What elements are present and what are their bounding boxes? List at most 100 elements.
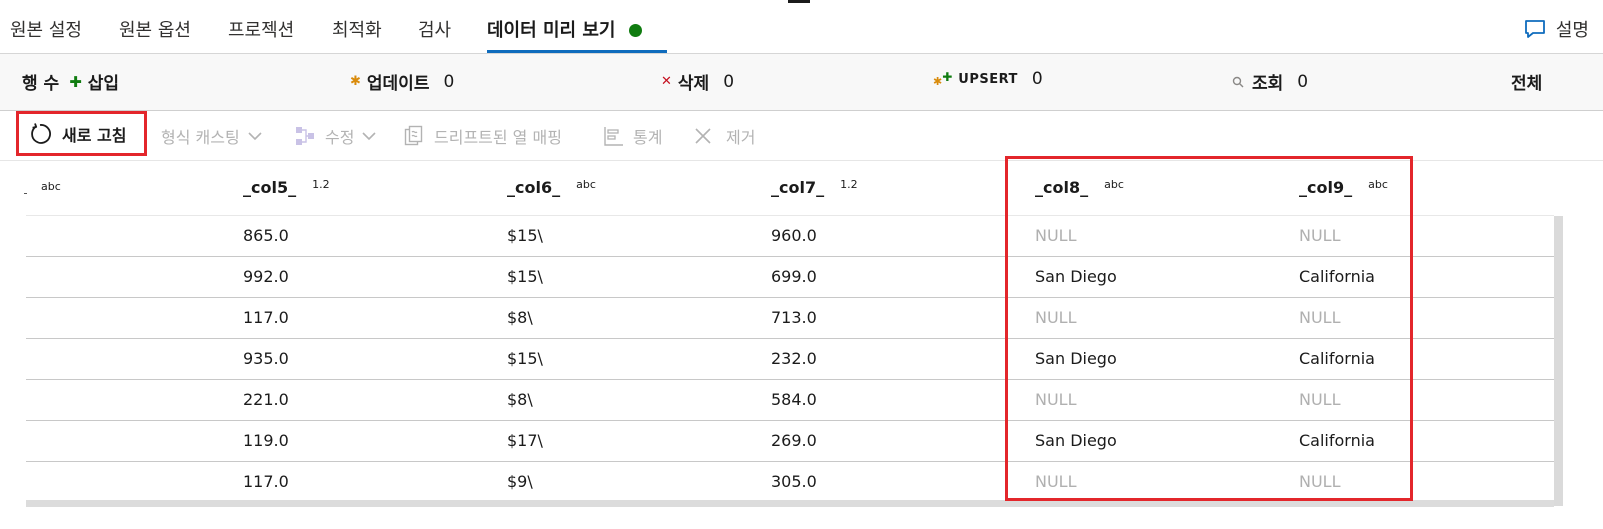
chevron-down-icon bbox=[248, 132, 262, 141]
table-cell: NULL bbox=[1035, 308, 1077, 327]
leading-column-stub bbox=[24, 193, 27, 194]
chevron-down-icon bbox=[362, 132, 377, 141]
stat-delete-label: 삭제 bbox=[677, 74, 710, 94]
tab-inspect[interactable]: 검사 bbox=[418, 16, 451, 42]
stat-total: 전체 bbox=[1511, 69, 1542, 94]
stat-upsert: ✱✚ UPSERT 0 bbox=[933, 69, 1043, 89]
tab-projection[interactable]: 프로젝션 bbox=[228, 16, 294, 42]
table-cell: NULL bbox=[1035, 226, 1077, 245]
table-row: 992.0 $15\ 699.0 San Diego California bbox=[26, 257, 1554, 298]
tab-source-options[interactable]: 원본 옵션 bbox=[119, 16, 191, 42]
table-cell: NULL bbox=[1299, 226, 1341, 245]
table-cell: 992.0 bbox=[243, 267, 289, 286]
table-cell: 865.0 bbox=[243, 226, 289, 245]
upsert-icon: ✱✚ bbox=[933, 69, 953, 88]
remove-label: 제거 bbox=[726, 128, 756, 147]
table-cell: California bbox=[1299, 267, 1375, 286]
table-cell: $15\ bbox=[507, 226, 543, 245]
column-type: 1.2 bbox=[840, 178, 858, 191]
tab-optimize[interactable]: 최적화 bbox=[332, 16, 382, 42]
table-cell: 119.0 bbox=[243, 431, 289, 450]
refresh-label: 새로 고침 bbox=[62, 125, 127, 145]
column-name: _col7_ bbox=[771, 178, 825, 197]
table-cell: $15\ bbox=[507, 349, 543, 368]
column-type: abc bbox=[1368, 178, 1388, 191]
tab-bar: 원본 설정 원본 옵션 프로젝션 최적화 검사 데이터 미리 보기 설명 bbox=[0, 0, 1603, 54]
modify-label: 수정 bbox=[325, 128, 355, 147]
table-cell: NULL bbox=[1299, 390, 1341, 409]
column-type: 1.2 bbox=[312, 178, 330, 191]
x-icon: ✕ bbox=[661, 74, 672, 89]
column-header-col5[interactable]: _col5_ 1.2 bbox=[243, 178, 330, 197]
column-name: _col8_ bbox=[1035, 178, 1089, 197]
status-dot-icon bbox=[629, 24, 643, 37]
refresh-icon bbox=[31, 122, 51, 144]
tab-data-preview-label: 데이터 미리 보기 bbox=[487, 20, 616, 41]
table-cell: $17\ bbox=[507, 431, 543, 450]
tab-source-settings[interactable]: 원본 설정 bbox=[10, 16, 82, 42]
tab-data-preview[interactable]: 데이터 미리 보기 bbox=[487, 16, 643, 42]
stat-upsert-count: 0 bbox=[1031, 69, 1043, 89]
table-cell: NULL bbox=[1035, 390, 1077, 409]
table-cell: 117.0 bbox=[243, 308, 289, 327]
vertical-scrollbar[interactable] bbox=[1554, 216, 1563, 506]
stat-upsert-label: UPSERT bbox=[958, 71, 1018, 87]
stats-button[interactable]: 통계 bbox=[603, 124, 662, 148]
column-name: _col9_ bbox=[1299, 178, 1353, 197]
stat-lookup: 조회 0 bbox=[1232, 69, 1308, 94]
table-row: 117.0 $8\ 713.0 NULL NULL bbox=[26, 298, 1554, 339]
stat-update-label: 업데이트 bbox=[366, 74, 430, 94]
column-header-col9[interactable]: _col9_ abc bbox=[1299, 178, 1388, 197]
table-cell: $9\ bbox=[507, 472, 533, 491]
column-header-col8[interactable]: _col8_ abc bbox=[1035, 178, 1124, 197]
column-header-col6[interactable]: _col6_ abc bbox=[507, 178, 596, 197]
plus-icon: ✚ bbox=[69, 72, 82, 91]
modify-icon bbox=[296, 127, 314, 145]
stat-rows: 행 수 ✚ 삽입 bbox=[22, 69, 119, 95]
horizontal-scrollbar[interactable] bbox=[26, 500, 1554, 507]
table-cell: 232.0 bbox=[771, 349, 817, 368]
table-cell: San Diego bbox=[1035, 349, 1117, 368]
table-cell: 713.0 bbox=[771, 308, 817, 327]
stats-bar: 행 수 ✚ 삽입 ✱ 업데이트 0 ✕ 삭제 0 ✱✚ UPSERT 0 조회 … bbox=[0, 54, 1603, 111]
stat-delete: ✕ 삭제 0 bbox=[661, 69, 735, 95]
leading-column-type: abc bbox=[41, 180, 61, 193]
drift-map-button[interactable]: 드리프트된 열 매핑 bbox=[404, 124, 562, 148]
top-handle bbox=[788, 0, 810, 3]
stat-lookup-label: 조회 bbox=[1252, 74, 1284, 94]
table-row: 117.0 $9\ 305.0 NULL NULL bbox=[26, 462, 1554, 503]
table-cell: 699.0 bbox=[771, 267, 817, 286]
modify-button[interactable]: 수정 bbox=[295, 124, 384, 148]
stat-update-count: 0 bbox=[443, 71, 455, 92]
table-cell: 584.0 bbox=[771, 390, 817, 409]
stat-update: ✱ 업데이트 0 bbox=[350, 69, 455, 95]
table-row: 865.0 $15\ 960.0 NULL NULL bbox=[26, 216, 1554, 257]
column-header-col7[interactable]: _col7_ 1.2 bbox=[771, 178, 858, 197]
remove-button[interactable]: 제거 bbox=[694, 124, 755, 148]
close-icon bbox=[695, 128, 711, 144]
table-cell: San Diego bbox=[1035, 431, 1117, 450]
stat-delete-count: 0 bbox=[723, 71, 735, 92]
column-name: _col5_ bbox=[243, 178, 297, 197]
drift-map-icon bbox=[404, 125, 423, 146]
table-cell: 221.0 bbox=[243, 390, 289, 409]
active-tab-indicator bbox=[487, 50, 667, 53]
column-type: abc bbox=[576, 178, 596, 191]
table-cell: NULL bbox=[1299, 308, 1341, 327]
refresh-button[interactable]: 새로 고침 bbox=[16, 111, 147, 156]
drift-map-label: 드리프트된 열 매핑 bbox=[434, 128, 562, 147]
search-icon bbox=[1232, 76, 1244, 87]
table-cell: $8\ bbox=[507, 308, 533, 327]
typecast-button[interactable]: 형식 캐스팅 bbox=[161, 124, 270, 148]
stats-label: 통계 bbox=[633, 128, 663, 147]
stat-total-label: 전체 bbox=[1511, 74, 1543, 94]
explain-button[interactable]: 설명 bbox=[1524, 16, 1589, 42]
table-cell: San Diego bbox=[1035, 267, 1117, 286]
table-cell: California bbox=[1299, 349, 1375, 368]
typecast-label: 형식 캐스팅 bbox=[161, 128, 240, 147]
table-cell: NULL bbox=[1035, 472, 1077, 491]
table-cell: $8\ bbox=[507, 390, 533, 409]
explain-label: 설명 bbox=[1555, 20, 1589, 41]
table-cell: 117.0 bbox=[243, 472, 289, 491]
chat-bubble-icon bbox=[1524, 20, 1545, 38]
